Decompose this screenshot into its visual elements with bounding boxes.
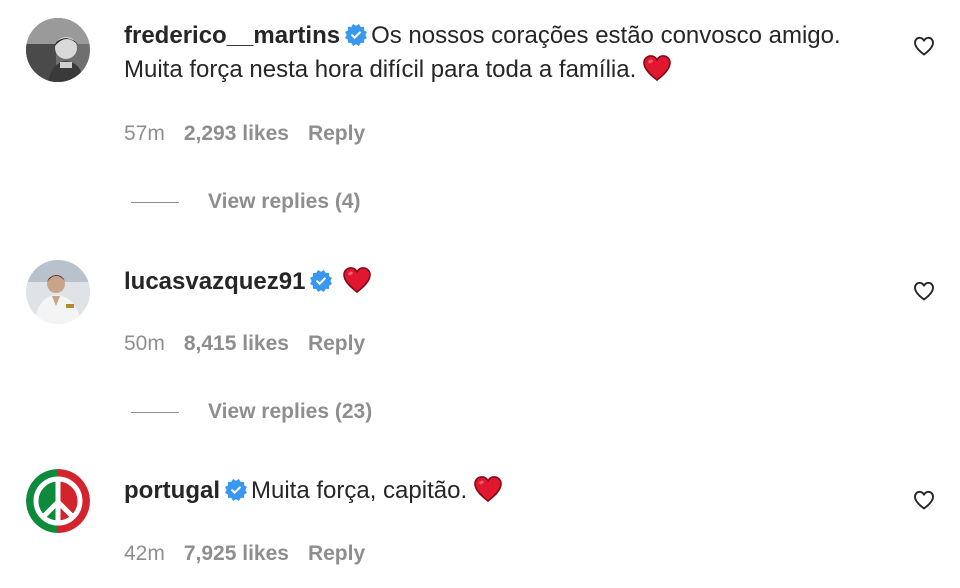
replies-divider-line	[131, 201, 179, 203]
view-replies-label: View replies (23)	[208, 400, 373, 423]
reply-button[interactable]: Reply	[308, 122, 365, 145]
red-heart-emoji	[342, 266, 372, 294]
comment-body: portugal Muita força, capitão.	[124, 474, 850, 508]
comment-time: 57m	[124, 122, 165, 145]
comment-likes[interactable]: 2,293 likes	[184, 122, 289, 145]
view-replies-button[interactable]: View replies (4)	[131, 190, 361, 214]
reply-button[interactable]: Reply	[308, 542, 365, 565]
comment-meta: 50m 8,415 likes Reply	[124, 332, 384, 356]
view-replies-button[interactable]: View replies (23)	[131, 400, 372, 424]
comment-likes[interactable]: 7,925 likes	[184, 542, 289, 565]
verified-badge-icon	[310, 270, 332, 292]
avatar[interactable]	[26, 469, 90, 533]
heart-outline-icon[interactable]	[912, 279, 936, 303]
avatar[interactable]	[26, 18, 90, 82]
comment-likes[interactable]: 8,415 likes	[184, 332, 289, 355]
comment-body: frederico__martins Os nossos corações est…	[124, 19, 850, 87]
comment-body: lucasvazquez91	[124, 265, 850, 299]
red-heart-emoji	[473, 475, 503, 503]
reply-button[interactable]: Reply	[308, 332, 365, 355]
replies-divider-line	[131, 411, 179, 413]
comment-text: Muita força, capitão.	[251, 477, 468, 504]
comment-username[interactable]: lucasvazquez91	[124, 268, 305, 295]
comment-time: 50m	[124, 332, 165, 355]
heart-outline-icon[interactable]	[912, 34, 936, 58]
comment-username[interactable]: portugal	[124, 477, 220, 504]
comment-username[interactable]: frederico__martins	[124, 22, 340, 49]
avatar[interactable]	[26, 260, 90, 324]
verified-badge-icon	[225, 479, 247, 501]
heart-outline-icon[interactable]	[912, 488, 936, 512]
view-replies-label: View replies (4)	[208, 190, 361, 213]
red-heart-emoji	[642, 54, 672, 82]
comment-meta: 42m 7,925 likes Reply	[124, 542, 384, 566]
verified-badge-icon	[345, 24, 367, 46]
comment-time: 42m	[124, 542, 165, 565]
comment-meta: 57m 2,293 likes Reply	[124, 122, 384, 146]
